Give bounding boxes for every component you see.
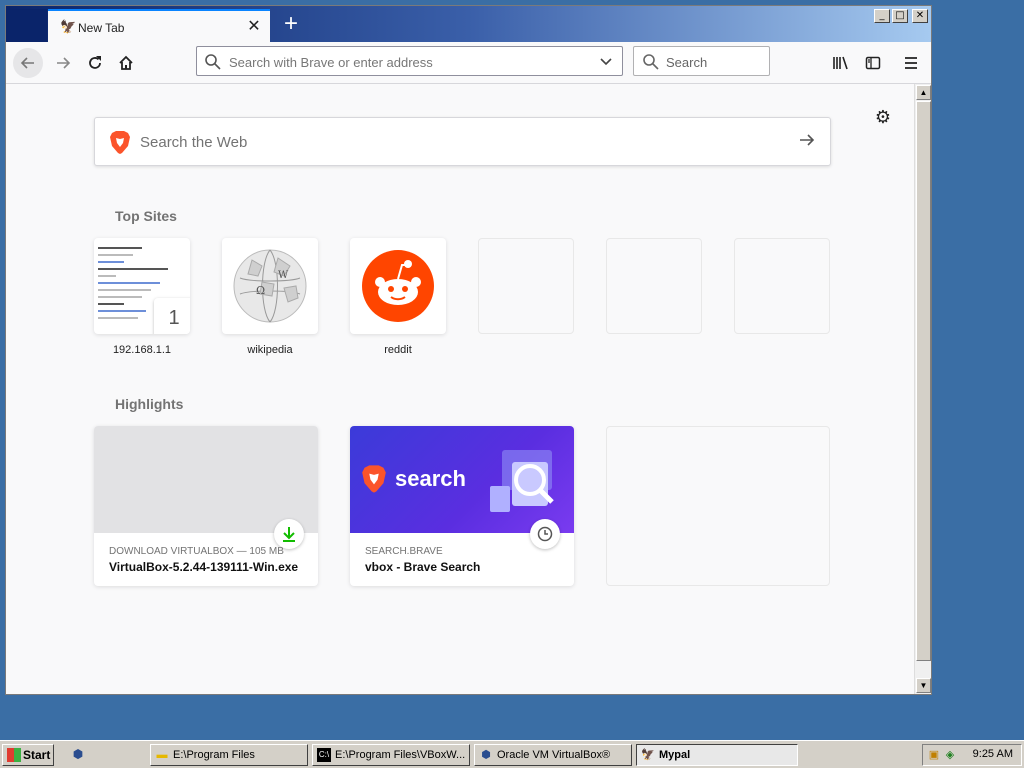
tab-close-icon[interactable]: ✕ xyxy=(244,17,264,37)
arrow-right-icon[interactable] xyxy=(798,131,816,149)
chevron-down-icon[interactable] xyxy=(598,53,614,69)
highlights-heading: Highlights xyxy=(115,396,184,412)
task-label: E:\Program Files xyxy=(173,749,255,761)
task-explorer-program-files[interactable]: ▬ E:\Program Files xyxy=(150,744,308,766)
top-site-placeholder xyxy=(478,238,574,334)
volume-tray-icon[interactable]: ◈ xyxy=(943,748,957,762)
svg-text:Ω: Ω xyxy=(256,284,265,297)
window-controls: _ □ ✕ xyxy=(874,9,928,23)
forward-arrow-icon xyxy=(57,57,71,69)
hamburger-menu-icon xyxy=(905,57,917,69)
new-tab-page: ⚙ Top Sites xyxy=(6,84,914,694)
virtualbox-icon: ⬢ xyxy=(481,749,491,761)
highlight-thumbnail xyxy=(94,426,318,533)
reddit-logo-icon xyxy=(362,250,434,322)
svg-text:W: W xyxy=(278,270,289,281)
url-input[interactable] xyxy=(229,52,589,72)
clock-icon xyxy=(530,519,560,549)
top-site-tile-router[interactable]: 1 xyxy=(94,238,190,334)
highlight-meta: DOWNLOAD VIRTUALBOX — 105 MB xyxy=(109,546,284,557)
search-bar[interactable] xyxy=(633,46,770,76)
tile-letter-badge: 1 xyxy=(154,298,190,334)
highlight-card-download[interactable]: DOWNLOAD VIRTUALBOX — 105 MB VirtualBox-… xyxy=(94,426,318,586)
mypal-icon: 🦅 xyxy=(641,749,655,761)
close-window-button[interactable]: ✕ xyxy=(912,9,928,23)
wikipedia-globe-icon: Ω W xyxy=(233,249,307,323)
search-icon xyxy=(205,54,221,70)
sidebar-button[interactable] xyxy=(858,48,888,78)
highlight-meta: SEARCH.BRAVE xyxy=(365,546,443,557)
virtualbox-quicklaunch-icon[interactable]: ⬢ xyxy=(70,747,86,763)
scroll-up-icon[interactable]: ▲ xyxy=(916,85,931,100)
menu-button[interactable] xyxy=(896,48,926,78)
start-label: Start xyxy=(23,748,51,762)
top-sites-heading: Top Sites xyxy=(115,208,177,224)
library-icon xyxy=(833,56,848,70)
task-label: Mypal xyxy=(659,749,691,761)
top-site-label: wikipedia xyxy=(247,344,293,356)
top-site-placeholder xyxy=(606,238,702,334)
titlebar: 🦅 New Tab ✕ + _ □ ✕ xyxy=(6,6,931,42)
search-icon xyxy=(643,54,659,70)
top-site-placeholder xyxy=(734,238,830,334)
folder-icon: ▬ xyxy=(156,749,168,761)
back-arrow-icon xyxy=(20,57,34,69)
brave-logo-icon xyxy=(110,131,130,154)
tab-new-tab[interactable]: 🦅 New Tab ✕ xyxy=(48,9,270,42)
search-input[interactable] xyxy=(666,52,761,72)
magnifier-illustration-icon xyxy=(490,450,554,512)
system-tray: ▣ ◈ 9:25 AM xyxy=(922,744,1022,766)
top-site-tile-wikipedia[interactable]: Ω W xyxy=(222,238,318,334)
clock[interactable]: 9:25 AM xyxy=(973,748,1013,760)
download-icon xyxy=(274,519,304,549)
scroll-down-icon[interactable]: ▼ xyxy=(916,678,931,693)
top-site-label: reddit xyxy=(384,344,412,356)
highlight-title: vbox - Brave Search xyxy=(365,560,481,574)
forward-button[interactable] xyxy=(48,48,78,78)
new-tab-button[interactable]: + xyxy=(278,11,304,37)
home-icon xyxy=(119,55,133,70)
gear-icon[interactable]: ⚙ xyxy=(872,106,894,128)
reload-icon xyxy=(89,56,101,69)
minimize-button[interactable]: _ xyxy=(874,9,890,23)
brave-search-wordmark: search xyxy=(395,466,466,491)
windows-taskbar: Start ⬢ ▬ E:\Program Files C:\ E:\Progra… xyxy=(0,740,1024,768)
system-menu-area[interactable] xyxy=(9,9,47,42)
back-button[interactable] xyxy=(13,48,43,78)
highlight-placeholder xyxy=(606,426,830,586)
brave-logo-icon xyxy=(362,465,386,493)
scroll-thumb[interactable] xyxy=(916,101,931,661)
console-icon: C:\ xyxy=(317,748,331,762)
task-label: E:\Program Files\VBoxW... xyxy=(335,749,466,761)
url-bar[interactable] xyxy=(196,46,623,76)
tab-title: New Tab xyxy=(78,21,125,35)
library-button[interactable] xyxy=(826,48,856,78)
task-command-prompt[interactable]: C:\ E:\Program Files\VBoxW... xyxy=(312,744,470,766)
navigation-toolbar xyxy=(6,42,931,84)
mypal-favicon-icon: 🦅 xyxy=(60,19,77,34)
top-site-label: 192.168.1.1 xyxy=(112,344,172,356)
task-label: Oracle VM VirtualBox® xyxy=(497,749,611,761)
vertical-scrollbar[interactable]: ▲ ▼ xyxy=(914,84,931,694)
brave-search-thumbnail: search xyxy=(350,426,574,533)
highlight-card-brave-search[interactable]: search SEARCH.BRAVE vbox - Brave Search xyxy=(350,426,574,586)
sidebar-icon xyxy=(865,56,881,70)
network-tray-icon[interactable]: ▣ xyxy=(927,748,941,762)
home-button[interactable] xyxy=(111,48,141,78)
maximize-button[interactable]: □ xyxy=(892,9,908,23)
browser-window: 🦅 New Tab ✕ + _ □ ✕ Search with Brave or… xyxy=(5,5,932,695)
task-virtualbox[interactable]: ⬢ Oracle VM VirtualBox® xyxy=(474,744,632,766)
web-search-box[interactable] xyxy=(94,117,831,166)
web-search-input[interactable] xyxy=(140,132,760,152)
top-site-tile-reddit[interactable] xyxy=(350,238,446,334)
start-button[interactable]: Start xyxy=(2,744,54,766)
highlight-title: VirtualBox-5.2.44-139111-Win.exe xyxy=(109,560,299,574)
task-mypal[interactable]: 🦅 Mypal xyxy=(636,744,798,766)
reload-button[interactable] xyxy=(80,48,110,78)
windows-flag-icon xyxy=(7,748,21,762)
